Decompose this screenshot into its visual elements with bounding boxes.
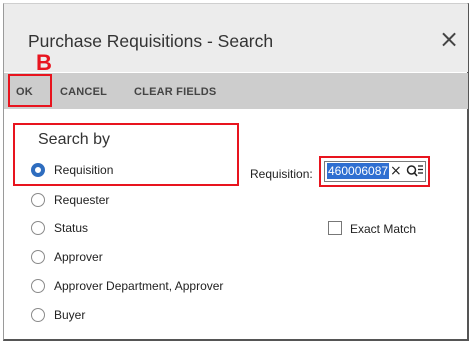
close-icon[interactable]: × bbox=[436, 26, 462, 52]
exact-match-label[interactable]: Exact Match bbox=[350, 222, 416, 236]
radio-label-requester[interactable]: Requester bbox=[54, 193, 109, 207]
dialog-title: Purchase Requisitions - Search bbox=[28, 31, 274, 51]
radio-label-approver[interactable]: Approver bbox=[54, 250, 103, 264]
radio-buyer[interactable] bbox=[31, 308, 45, 322]
requisition-field-label: Requisition: bbox=[250, 167, 313, 181]
cancel-button[interactable]: CANCEL bbox=[60, 86, 107, 98]
radio-requisition[interactable] bbox=[31, 163, 45, 177]
requisition-input-value[interactable]: 460006087 bbox=[327, 163, 390, 179]
radio-requester[interactable] bbox=[31, 193, 45, 207]
lookup-search-icon[interactable] bbox=[406, 164, 424, 178]
exact-match-checkbox[interactable] bbox=[328, 221, 342, 235]
radio-approver[interactable] bbox=[31, 250, 45, 264]
clear-fields-button[interactable]: CLEAR FIELDS bbox=[134, 86, 216, 98]
ok-button[interactable]: OK bbox=[16, 86, 33, 98]
clear-icon[interactable]: × bbox=[390, 162, 402, 180]
radio-label-buyer[interactable]: Buyer bbox=[54, 308, 85, 322]
radio-label-requisition[interactable]: Requisition bbox=[54, 163, 113, 177]
radio-label-approver-department[interactable]: Approver Department, Approver bbox=[54, 279, 223, 293]
radio-status[interactable] bbox=[31, 221, 45, 235]
radio-label-status[interactable]: Status bbox=[54, 221, 88, 235]
radio-approver-department[interactable] bbox=[31, 279, 45, 293]
search-by-label: Search by bbox=[38, 131, 111, 148]
